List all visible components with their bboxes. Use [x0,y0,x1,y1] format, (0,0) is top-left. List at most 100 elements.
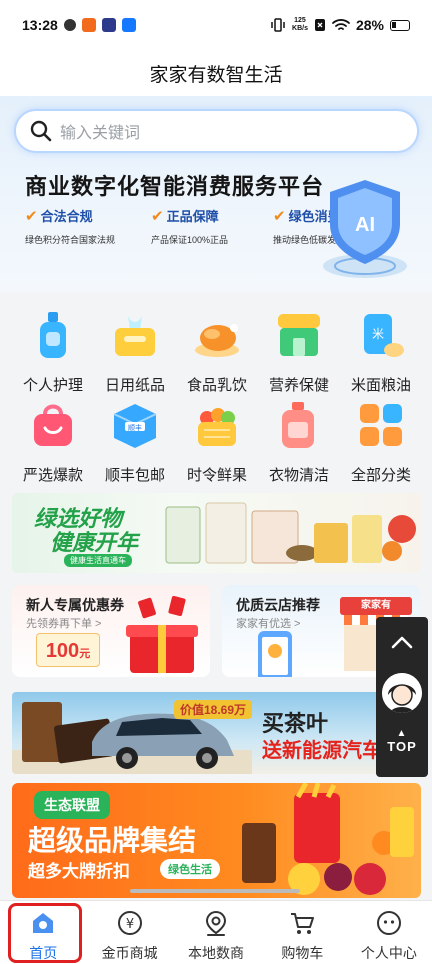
ai-badge-text: AI [355,214,375,236]
roast-chicken-icon [195,324,239,357]
vibrate-icon [271,18,285,32]
promo-title-line2: 健康开年 [50,530,139,555]
svg-text:顺丰: 顺丰 [128,423,142,432]
cart-icon [291,913,315,934]
profile-icon [376,911,401,935]
net-speed-unit: KB/s [292,25,308,32]
page-title: 家家有数智生活 [0,50,432,96]
location-pin-icon [206,910,227,936]
coupon-card-subtitle: 先领券再下单 > [26,618,102,630]
coupon-ticket: 100元 [36,633,100,667]
coupon-value: 100 [45,640,80,662]
category-section: 个人护理 日用纸品 食品乳饮 营养保健 米 米面粮油 严选爆款 顺丰 顺丰包邮 … [0,292,432,492]
search-input[interactable]: 输入关键词 [14,109,419,153]
nav-item-coin-mall[interactable]: ¥ 金币商城 [86,901,172,964]
lotion-bottle-icon [40,312,66,358]
feature-title: 正品保障 [166,209,219,224]
shopping-bag-icon [34,404,72,446]
price-tag: 价值18.69万 [174,700,253,719]
back-to-top-label: TOP [387,739,417,754]
nav-item-profile[interactable]: 个人中心 [346,901,432,964]
floating-toolbar: ▲ TOP [376,617,428,777]
category-personal-care[interactable]: 个人护理 [12,310,94,400]
check-icon: ✔ [25,207,38,225]
scroll-up-button[interactable] [376,617,428,667]
detergent-bottle-icon [282,402,314,448]
promo-subtitle: 健康生活直通车 [64,554,132,567]
app-notification-icon [63,19,76,31]
app-notification-icon [121,18,136,32]
status-right: 125 KB/s 28% [270,17,410,33]
check-icon: ✔ [273,207,286,225]
nav-label: 购物车 [281,945,324,961]
nav-label: 金币商城 [101,945,158,961]
battery-icon [390,19,410,31]
rice-bag-icon: 米 [364,314,404,357]
category-free-shipping[interactable]: 顺丰 顺丰包邮 [94,400,176,490]
agent-avatar-icon [382,673,422,713]
nav-label: 个人中心 [360,945,417,961]
feature-title: 合法合规 [40,209,93,224]
feature-head: ✔ 正品保障 [151,206,259,225]
home-indicator [130,889,300,893]
health-store-icon [278,314,320,356]
feature-item: ✔ 合法合规 绿色积分符合国家法规 [25,206,137,246]
customer-service-avatar[interactable] [382,673,422,713]
products-illustration [165,502,416,564]
category-all[interactable]: 全部分类 [340,400,422,490]
food-illustration [242,783,414,895]
selection-highlight [8,903,82,963]
coupon-unit: 元 [79,648,91,660]
category-grain-oil[interactable]: 米 米面粮油 [340,310,422,400]
category-paper-goods[interactable]: 日用纸品 [94,310,176,400]
feature-subtitle: 产品保证100%正品 [151,235,229,245]
category-health[interactable]: 营养保健 [258,310,340,400]
fruit-basket-icon [198,408,236,446]
category-grid: 个人护理 日用纸品 食品乳饮 营养保健 米 米面粮油 严选爆款 顺丰 顺丰包邮 … [0,292,432,490]
category-label: 顺丰包邮 [104,467,165,484]
feature-head: ✔ 合法合规 [25,206,137,225]
back-to-top-button[interactable]: ▲ TOP [376,728,428,755]
search-placeholder: 输入关键词 [60,125,141,142]
wifi-icon [332,19,350,30]
chevron-up-icon [391,636,413,649]
category-food-drinks[interactable]: 食品乳饮 [176,310,258,400]
category-label: 营养保健 [268,377,329,394]
category-label: 全部分类 [350,467,411,484]
app-notification-icon [101,18,116,32]
search-icon [30,120,52,142]
status-left: 13:28 [22,17,136,33]
feature-subtitle: 绿色积分符合国家法规 [25,235,116,245]
battery-percent: 28% [355,17,384,33]
nav-item-cart[interactable]: 购物车 [259,901,345,964]
hero-title: 商业数字化智能消费服务平台 [25,174,325,199]
parcel-box-icon: 顺丰 [113,404,157,448]
store-sign: 家家有 [340,597,412,615]
coupon-card-title: 新人专属优惠券 [26,597,124,613]
alliance-badge: 生态联盟 [34,791,110,819]
tissue-box-icon [115,316,155,356]
store-card-title: 优质云店推荐 [236,597,320,613]
feature-item: ✔ 正品保障 产品保证100%正品 [151,206,259,246]
coin-mall-icon: ¥ [117,911,142,935]
tea-car-banner[interactable]: 价值18.69万 买茶叶 送新能源汽车 [12,692,421,774]
hero-banner: 输入关键词 商业数字化智能消费服务平台 ✔ 合法合规 绿色积分符合国家法规 ✔ … [0,96,432,292]
category-laundry[interactable]: 衣物清洁 [258,400,340,490]
nav-item-local-merchants[interactable]: 本地数商 [173,901,259,964]
app-screen: 13:28 125 KB/s 28% 家家有数智生活 输入关键词 商业数字化智能… [0,0,432,964]
category-hot-picks[interactable]: 严选爆款 [12,400,94,490]
gift-box-icon [126,595,198,673]
caret-up-icon: ▲ [396,728,408,739]
category-fresh-fruit[interactable]: 时令鲜果 [176,400,258,490]
nav-item-home[interactable]: 首页 [0,901,86,964]
green-promo-banner[interactable]: 绿选好物 健康开年 健康生活直通车 [12,493,421,573]
brand-alliance-banner[interactable]: 生态联盟 超级品牌集结 超多大牌折扣 绿色生活 [12,783,421,898]
status-bar: 13:28 125 KB/s 28% [0,0,432,50]
tea-banner-subtitle: 送新能源汽车 [262,740,382,762]
new-user-coupon-card[interactable]: 新人专属优惠券 先领券再下单 > 100元 [12,585,210,677]
alliance-subtitle: 超多大牌折扣 [28,862,130,881]
svg-text:¥: ¥ [125,917,133,932]
category-label: 日用纸品 [104,377,165,394]
category-label: 严选爆款 [22,467,83,484]
status-time: 13:28 [22,17,58,33]
